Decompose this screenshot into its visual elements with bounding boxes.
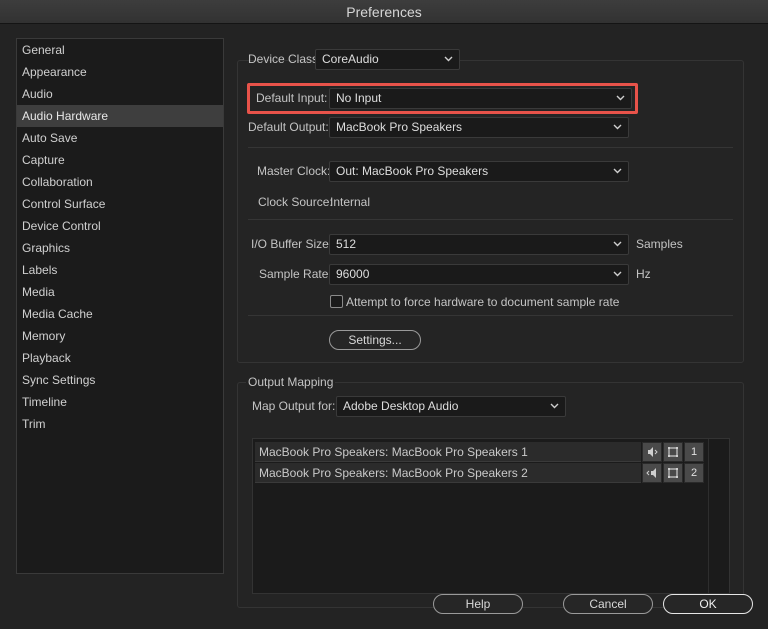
routing-icon[interactable] — [663, 463, 683, 483]
chevron-down-icon — [613, 265, 622, 277]
default-output-label: Default Output: — [248, 120, 329, 134]
buffer-size-value: 512 — [336, 237, 357, 251]
sidebar-item-device-control[interactable]: Device Control — [17, 215, 223, 237]
buffer-size-unit: Samples — [636, 237, 683, 251]
speaker-icon[interactable] — [642, 463, 662, 483]
sidebar-item-memory[interactable]: Memory — [17, 325, 223, 347]
clock-source-value: Internal — [330, 195, 371, 209]
buffer-size-label: I/O Buffer Size: — [251, 237, 333, 251]
highlight-box — [247, 83, 638, 114]
sample-rate-value: 96000 — [336, 267, 370, 281]
output-mapping-list: MacBook Pro Speakers: MacBook Pro Speake… — [252, 438, 730, 594]
channel-number: 2 — [684, 463, 704, 483]
divider — [248, 315, 733, 316]
sidebar-item-appearance[interactable]: Appearance — [17, 61, 223, 83]
chevron-down-icon — [444, 50, 453, 62]
sidebar-item-control-surface[interactable]: Control Surface — [17, 193, 223, 215]
map-output-dropdown[interactable]: Adobe Desktop Audio — [336, 396, 566, 417]
sidebar-item-trim[interactable]: Trim — [17, 413, 223, 435]
map-output-value: Adobe Desktop Audio — [343, 399, 459, 413]
default-output-dropdown[interactable]: MacBook Pro Speakers — [329, 117, 629, 138]
sidebar-item-media-cache[interactable]: Media Cache — [17, 303, 223, 325]
window-title: Preferences — [0, 0, 768, 24]
sample-rate-label: Sample Rate: — [259, 267, 332, 281]
device-class-label: Device Class: — [248, 52, 322, 66]
master-clock-dropdown[interactable]: Out: MacBook Pro Speakers — [329, 161, 629, 182]
list-divider — [708, 439, 709, 593]
channel-number: 1 — [684, 442, 704, 462]
sample-rate-unit: Hz — [636, 267, 651, 281]
master-clock-label: Master Clock: — [257, 164, 331, 178]
speaker-icon[interactable] — [642, 442, 662, 462]
sidebar-item-playback[interactable]: Playback — [17, 347, 223, 369]
sample-rate-dropdown[interactable]: 96000 — [329, 264, 629, 285]
chevron-down-icon — [550, 397, 559, 409]
sidebar-item-general[interactable]: General — [17, 39, 223, 61]
sidebar-item-collaboration[interactable]: Collaboration — [17, 171, 223, 193]
sidebar-item-auto-save[interactable]: Auto Save — [17, 127, 223, 149]
mapping-row-label: MacBook Pro Speakers: MacBook Pro Speake… — [259, 445, 528, 459]
list-item[interactable]: MacBook Pro Speakers: MacBook Pro Speake… — [255, 463, 641, 483]
chevron-down-icon — [613, 235, 622, 247]
sidebar-item-audio-hardware[interactable]: Audio Hardware — [17, 105, 223, 127]
buffer-size-dropdown[interactable]: 512 — [329, 234, 629, 255]
sidebar-item-labels[interactable]: Labels — [17, 259, 223, 281]
list-item[interactable]: MacBook Pro Speakers: MacBook Pro Speake… — [255, 442, 641, 462]
clock-source-label: Clock Source: — [258, 195, 333, 209]
help-button[interactable]: Help — [433, 594, 523, 614]
sidebar-item-media[interactable]: Media — [17, 281, 223, 303]
chevron-down-icon — [613, 118, 622, 130]
map-output-label: Map Output for: — [252, 399, 336, 413]
ok-button[interactable]: OK — [663, 594, 753, 614]
device-class-dropdown[interactable]: CoreAudio — [315, 49, 460, 70]
sidebar-item-audio[interactable]: Audio — [17, 83, 223, 105]
sidebar-item-sync-settings[interactable]: Sync Settings — [17, 369, 223, 391]
sidebar-item-graphics[interactable]: Graphics — [17, 237, 223, 259]
sidebar-item-capture[interactable]: Capture — [17, 149, 223, 171]
chevron-down-icon — [613, 162, 622, 174]
output-mapping-title: Output Mapping — [246, 375, 336, 389]
sidebar-item-timeline[interactable]: Timeline — [17, 391, 223, 413]
force-rate-checkbox[interactable] — [330, 295, 343, 308]
mapping-row-label: MacBook Pro Speakers: MacBook Pro Speake… — [259, 466, 528, 480]
cancel-button[interactable]: Cancel — [563, 594, 653, 614]
routing-icon[interactable] — [663, 442, 683, 462]
master-clock-value: Out: MacBook Pro Speakers — [336, 164, 489, 178]
settings-button[interactable]: Settings... — [329, 330, 421, 350]
sidebar: General Appearance Audio Audio Hardware Auto… — [16, 38, 224, 574]
divider — [248, 219, 733, 220]
device-class-value: CoreAudio — [322, 52, 379, 66]
divider — [248, 147, 733, 148]
default-output-value: MacBook Pro Speakers — [336, 120, 463, 134]
force-rate-label[interactable]: Attempt to force hardware to document sa… — [346, 295, 619, 309]
